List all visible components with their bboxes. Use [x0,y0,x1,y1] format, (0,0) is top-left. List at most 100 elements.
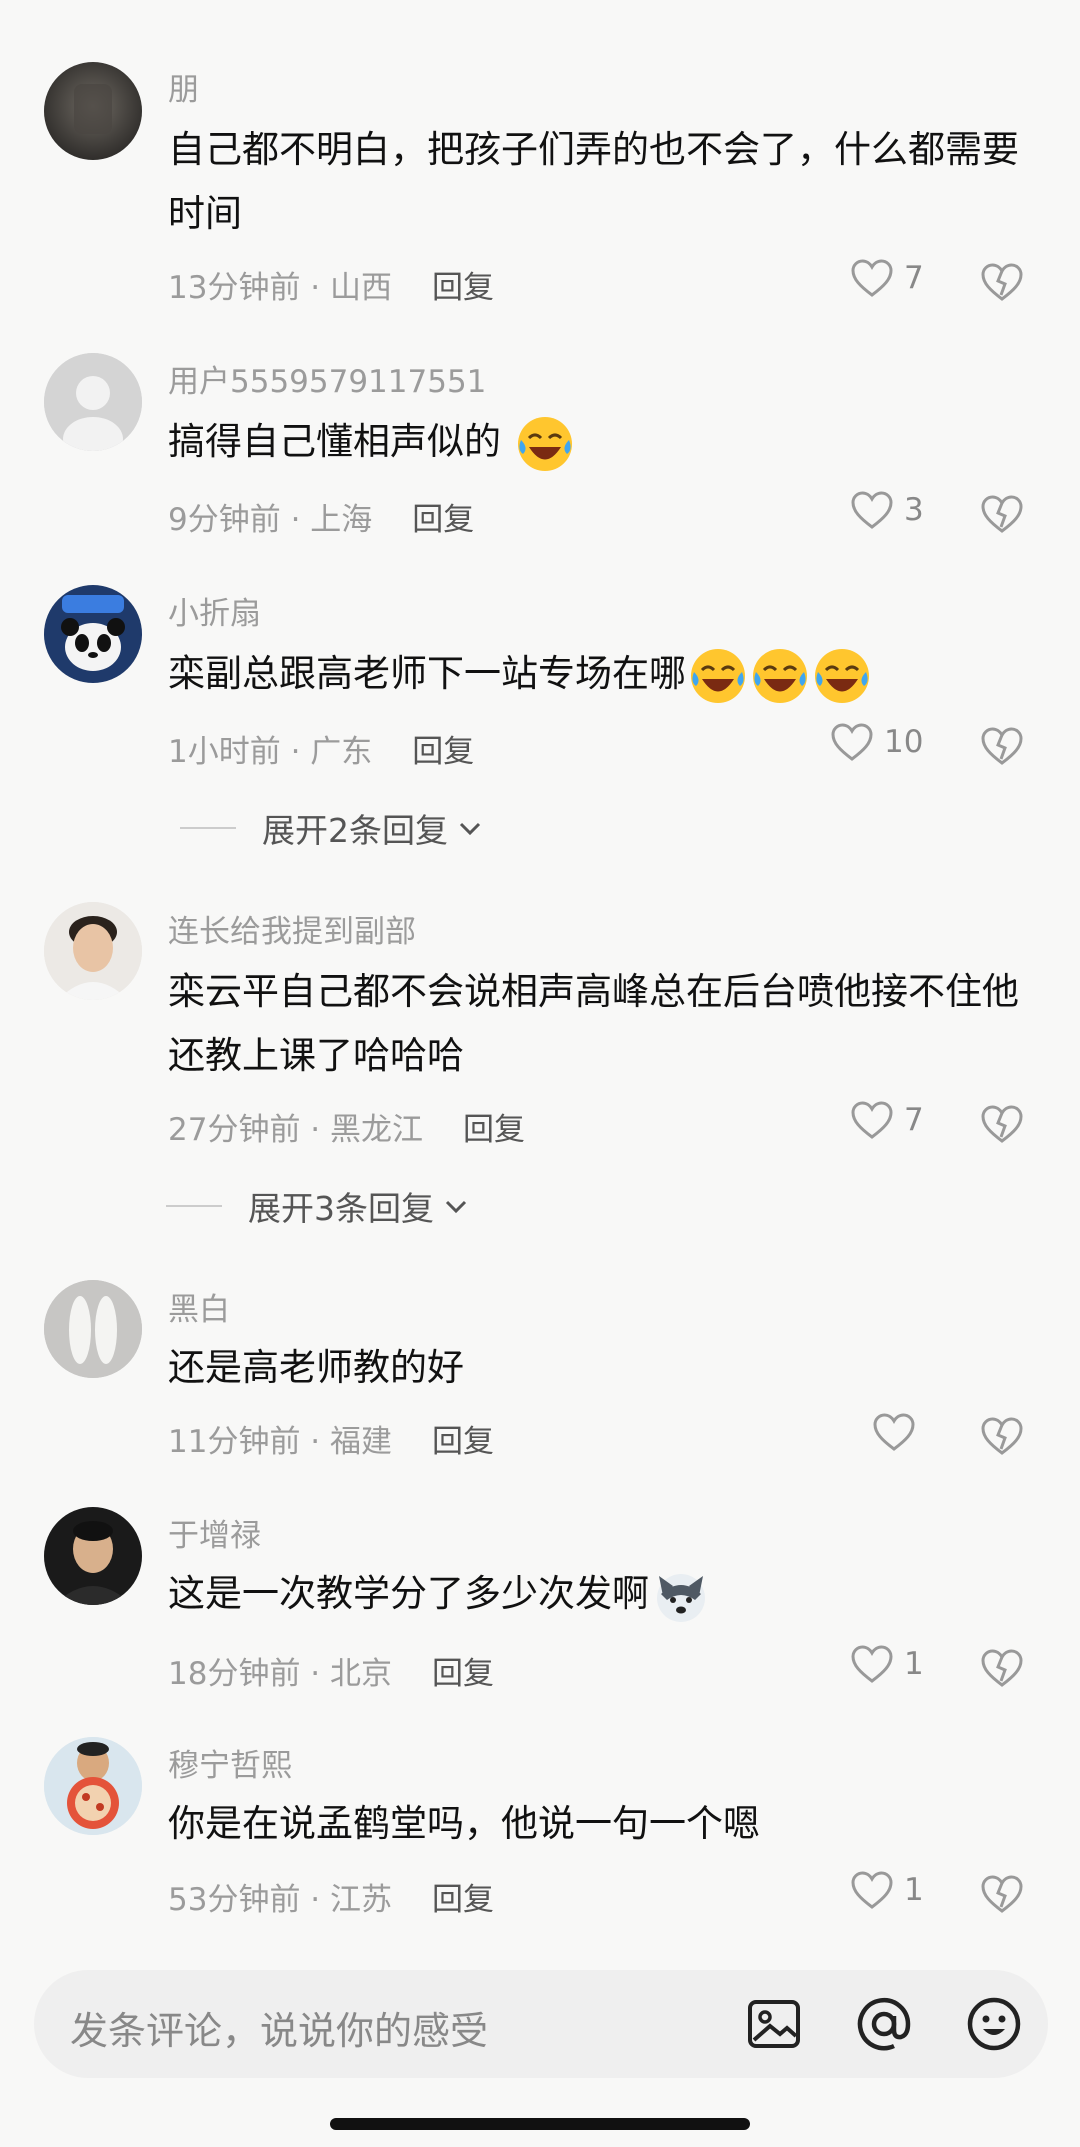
comment-location: 黑龙江 [330,1112,424,1148]
dislike-button[interactable] [980,494,1024,538]
man-dark-avatar-icon [44,1507,142,1605]
like-button[interactable]: 7 [850,258,924,298]
meta-separator: · [300,1424,331,1460]
avatar[interactable] [44,1737,142,1835]
dislike-button[interactable] [980,262,1024,306]
comment-time: 13分钟前 [168,270,301,306]
heart-icon [851,259,893,297]
username[interactable]: 用户5559579117551 [168,356,486,401]
emoji-icon[interactable] [964,1994,1024,2058]
broken-heart-icon [981,495,1023,533]
panda-avatar-icon [44,585,142,683]
like-count: 3 [904,492,924,528]
comment-time: 1小时前 [168,734,281,770]
heart-icon [851,1101,893,1139]
reply-button[interactable]: 回复 [412,734,474,770]
comment-location: 福建 [330,1424,393,1460]
meta-separator: · [300,270,331,306]
comment-time: 27分钟前 [168,1112,301,1148]
avatar[interactable] [44,902,142,1000]
comment-text: 你是在说孟鹤堂吗，他说一句一个嗯 [168,1802,760,1845]
username[interactable]: 于增禄 [168,1510,261,1555]
avatar[interactable] [44,1280,142,1378]
broken-heart-icon [981,727,1023,765]
like-count: 1 [904,1872,924,1908]
meta-separator: · [300,1882,331,1918]
chevron-down-icon [459,822,481,836]
man-holding-pizza-avatar-icon [44,1737,142,1835]
heart-icon [873,1413,915,1451]
comment-text: 搞得自己懂相声似的 [168,410,1048,474]
comment-meta: 53分钟前 · 江苏 回复 [168,1874,494,1919]
username[interactable]: 黑白 [168,1284,230,1329]
reply-button[interactable]: 回复 [432,1656,494,1692]
comment-text: 栾云平自己都不会说相声高峰总在后台喷他接不住他还教上课了哈哈哈 [168,970,1019,1077]
comment-text-content: 搞得自己懂相声似的 [168,420,501,463]
divider-line [180,827,236,829]
broken-heart-icon [981,1417,1023,1455]
comment-meta: 1小时前 · 广东 回复 [168,726,474,771]
dislike-button[interactable] [980,726,1024,770]
reply-button[interactable]: 回复 [412,502,474,538]
username[interactable]: 穆宁哲熙 [168,1740,292,1785]
username[interactable]: 小折扇 [168,588,261,633]
comment-input-bar[interactable]: 发条评论，说说你的感受 [34,1970,1048,2078]
meta-separator: · [280,734,311,770]
expand-replies-label: 展开3条回复 [248,1189,434,1228]
avatar[interactable] [44,585,142,683]
comment-input-placeholder[interactable]: 发条评论，说说你的感受 [70,2000,488,2055]
username[interactable]: 连长给我提到副部 [168,906,416,951]
image-icon[interactable] [744,1994,804,2058]
like-button[interactable]: 3 [850,490,924,530]
comment-text: 自己都不明白，把孩子们弄的也不会了，什么都需要时间 [168,128,1019,235]
laughing-tears-emoji-icon [517,416,572,471]
like-button[interactable]: 7 [850,1100,924,1140]
like-count: 1 [904,1646,924,1682]
comment-time: 53分钟前 [168,1882,301,1918]
heart-icon [851,1871,893,1909]
comment-text-content: 这是一次教学分了多少次发啊 [168,1572,649,1615]
laughing-tears-emoji-icon [753,648,807,703]
comment-location: 江苏 [330,1882,393,1918]
expand-replies-button[interactable]: 展开2条回复 [180,804,484,852]
heart-icon [851,491,893,529]
heart-icon [831,723,873,761]
meta-separator: · [300,1656,331,1692]
reply-button[interactable]: 回复 [463,1112,525,1148]
heart-icon [851,1645,893,1683]
reply-button[interactable]: 回复 [432,1424,494,1460]
at-icon[interactable] [854,1994,914,2058]
comment-location: 广东 [310,734,373,770]
username[interactable]: 朋 [168,64,199,109]
broken-heart-icon [981,1105,1023,1143]
avatar[interactable] [44,62,142,160]
like-button[interactable]: 1 [850,1870,924,1910]
comment-text: 还是高老师教的好 [168,1346,464,1389]
comment-text: 栾副总跟高老师下一站专场在哪 [168,642,1048,706]
reply-button[interactable]: 回复 [432,1882,494,1918]
meta-separator: · [300,1112,331,1148]
avatar[interactable] [44,1507,142,1605]
laughing-tears-emoji-icon [815,648,869,703]
like-button[interactable] [872,1412,926,1452]
dislike-button[interactable] [980,1648,1024,1692]
dislike-button[interactable] [980,1874,1024,1918]
broken-heart-icon [981,263,1023,301]
comment-meta: 18分钟前 · 北京 回复 [168,1648,494,1693]
meta-separator: · [280,502,311,538]
like-button[interactable]: 10 [830,722,923,762]
reply-button[interactable]: 回复 [432,270,494,306]
expand-replies-button[interactable]: 展开3条回复 [166,1182,470,1230]
dislike-button[interactable] [980,1416,1024,1460]
like-button[interactable]: 1 [850,1644,924,1684]
comment-time: 11分钟前 [168,1424,301,1460]
dislike-button[interactable] [980,1104,1024,1148]
comment-time: 18分钟前 [168,1656,301,1692]
home-indicator[interactable] [330,2118,750,2130]
comment-meta: 27分钟前 · 黑龙江 回复 [168,1104,525,1149]
husky-dog-emoji-icon [657,1573,705,1622]
comment-location: 北京 [330,1656,393,1692]
comment-text: 这是一次教学分了多少次发啊 [168,1562,1048,1626]
comment-time: 9分钟前 [168,502,281,538]
avatar[interactable] [44,353,142,451]
